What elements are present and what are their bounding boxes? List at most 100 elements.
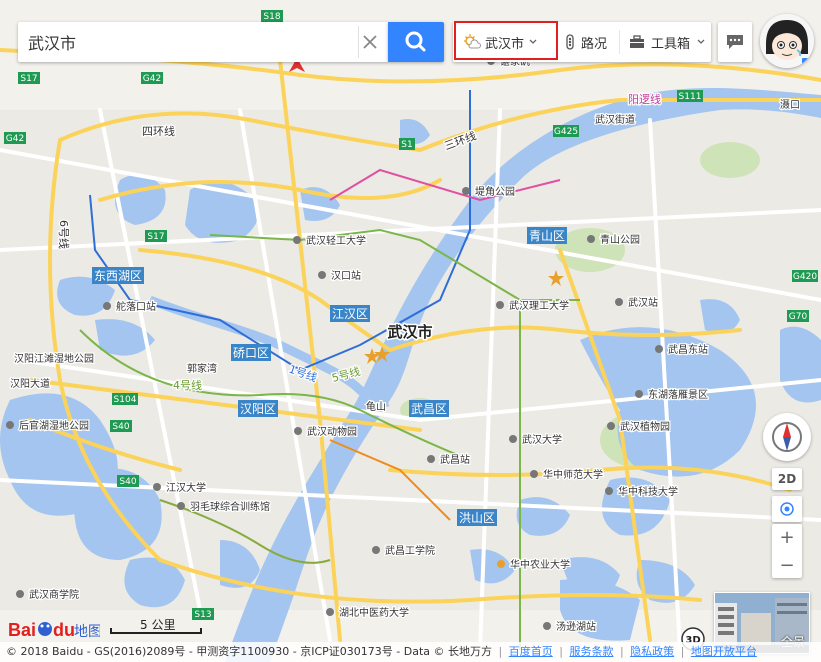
toolbox-icon xyxy=(630,35,644,48)
traffic-light-icon xyxy=(566,34,574,50)
svg-text:后官湖湿地公园: 后官湖湿地公园 xyxy=(19,419,89,432)
map-2d-toggle[interactable]: 2D xyxy=(772,468,802,490)
svg-text:G425: G425 xyxy=(554,127,578,137)
svg-text:湖北中医药大学: 湖北中医药大学 xyxy=(339,606,409,619)
svg-text:S18: S18 xyxy=(263,12,280,22)
poi[interactable]: 龟山 xyxy=(365,400,388,415)
poi[interactable]: 汉阳江滩湿地公园 xyxy=(13,351,96,367)
locate-button[interactable] xyxy=(772,496,802,522)
district-label: 武昌区 xyxy=(409,400,449,417)
svg-text:汉口站: 汉口站 xyxy=(331,269,361,282)
search-button[interactable] xyxy=(388,22,444,62)
baidu-logo-icon: Bai du 地图 xyxy=(8,620,102,640)
svg-text:武汉植物园: 武汉植物园 xyxy=(620,420,670,433)
copyright-text: © 2018 Baidu - GS(2016)2089号 - 甲测资字11009… xyxy=(6,645,493,658)
svg-text:武汉轻工大学: 武汉轻工大学 xyxy=(306,234,366,247)
road-label: 6号线 xyxy=(57,220,71,249)
poi[interactable]: 郭家湾 xyxy=(186,361,219,377)
svg-text:武汉理工大学: 武汉理工大学 xyxy=(509,299,569,312)
poi[interactable]: 滠口 xyxy=(779,98,802,113)
svg-text:G42: G42 xyxy=(6,134,24,144)
zoom-out-button[interactable]: − xyxy=(772,552,802,578)
avatar-icon xyxy=(760,14,814,68)
svg-text:汉阳江滩湿地公园: 汉阳江滩湿地公园 xyxy=(14,352,94,365)
svg-text:G420: G420 xyxy=(793,272,817,282)
svg-text:武汉街道: 武汉街道 xyxy=(595,113,635,126)
svg-text:华中科技大学: 华中科技大学 xyxy=(618,485,678,498)
svg-text:武汉动物园: 武汉动物园 xyxy=(307,425,357,438)
svg-text:S17: S17 xyxy=(147,232,164,242)
district-label: 硚口区 xyxy=(231,344,271,361)
svg-text:地图: 地图 xyxy=(74,624,100,640)
traffic-button[interactable]: 路况 xyxy=(561,22,617,62)
weather-icon xyxy=(464,34,481,49)
road-label: 阳逻线 xyxy=(628,92,661,106)
svg-text:S111: S111 xyxy=(679,92,702,102)
svg-text:S1: S1 xyxy=(401,140,412,150)
traffic-label: 路况 xyxy=(581,36,608,52)
svg-text:洪山区: 洪山区 xyxy=(459,511,495,525)
toolbar-divider xyxy=(557,30,558,54)
svg-text:羽毛球综合训练馆: 羽毛球综合训练馆 xyxy=(190,500,270,513)
copyright-bar: © 2018 Baidu - GS(2016)2089号 - 甲测资字11009… xyxy=(0,642,821,662)
svg-text:汉阳区: 汉阳区 xyxy=(240,402,276,416)
poi[interactable]: 武汉街道 xyxy=(594,112,637,128)
svg-text:汤逊湖站: 汤逊湖站 xyxy=(556,620,596,633)
svg-text:G70: G70 xyxy=(789,312,808,322)
svg-text:舵落口站: 舵落口站 xyxy=(116,300,156,313)
svg-text:武汉商学院: 武汉商学院 xyxy=(29,588,79,601)
zoom-out-label: − xyxy=(779,554,795,576)
message-icon xyxy=(727,35,743,49)
svg-text:龟山: 龟山 xyxy=(366,401,386,413)
district-label: 洪山区 xyxy=(457,509,497,526)
svg-text:郭家湾: 郭家湾 xyxy=(187,362,217,375)
zoom-in-button[interactable]: + xyxy=(772,524,802,550)
link-privacy[interactable]: 隐私政策 xyxy=(630,645,674,658)
scale-bar: 5 公里 xyxy=(110,616,202,636)
svg-text:武汉站: 武汉站 xyxy=(628,296,658,309)
road-label: 四环线 xyxy=(142,124,175,138)
svg-text:武昌工学院: 武昌工学院 xyxy=(385,544,435,557)
road-label: 4号线 xyxy=(173,378,202,392)
city-label: 武汉市 xyxy=(387,323,432,341)
toolbox-button[interactable]: 工具箱 xyxy=(623,22,711,62)
poi[interactable]: 汉阳大道 xyxy=(9,376,52,392)
svg-text:S40: S40 xyxy=(112,422,129,432)
svg-text:S17: S17 xyxy=(20,74,37,84)
map-2d-label: 2D xyxy=(777,472,797,486)
toolbar-divider xyxy=(619,30,620,54)
svg-text:堤角公园: 堤角公园 xyxy=(475,186,515,198)
svg-text:武昌区: 武昌区 xyxy=(411,402,447,416)
svg-text:滠口: 滠口 xyxy=(780,99,800,111)
svg-text:武昌站: 武昌站 xyxy=(440,453,470,466)
svg-text:东西湖区: 东西湖区 xyxy=(94,268,142,283)
svg-text:青山公园: 青山公园 xyxy=(600,233,640,246)
svg-text:江汉大学: 江汉大学 xyxy=(166,481,206,494)
map-canvas[interactable]: 东西湖区 江汉区 硚口区 汉阳区 武昌区 青山区 洪山区 武汉市 四环线 三环线… xyxy=(0,0,821,662)
svg-text:武昌东站: 武昌东站 xyxy=(668,343,708,356)
poi[interactable]: 后官湖湿地公园 xyxy=(6,418,90,433)
user-avatar[interactable] xyxy=(760,14,814,68)
poi[interactable]: 羽毛球综合训练馆 xyxy=(177,499,271,514)
svg-text:du: du xyxy=(53,620,75,640)
svg-text:东湖落雁景区: 东湖落雁景区 xyxy=(648,388,708,401)
link-open-platform[interactable]: 地图开放平台 xyxy=(691,645,757,658)
svg-text:武汉大学: 武汉大学 xyxy=(522,433,562,446)
baidu-logo[interactable]: Bai du 地图 xyxy=(8,618,102,640)
toolbar: 武汉市 路况 工具箱 xyxy=(453,22,711,62)
link-terms[interactable]: 服务条款 xyxy=(569,645,613,658)
poi[interactable]: 湖北中医药大学 xyxy=(326,605,410,620)
zoom-controls: + − xyxy=(772,524,802,578)
search-icon xyxy=(405,31,426,52)
locate-icon xyxy=(780,502,794,516)
toolbox-label: 工具箱 xyxy=(651,36,691,52)
zoom-in-label: + xyxy=(779,526,795,548)
compass-button[interactable] xyxy=(763,413,811,461)
link-baidu-home[interactable]: 百度首页 xyxy=(509,645,553,658)
svg-text:青山区: 青山区 xyxy=(529,229,565,243)
message-button[interactable] xyxy=(718,22,752,62)
city-selector[interactable]: 武汉市 xyxy=(453,22,556,62)
clear-search-button[interactable] xyxy=(358,26,382,58)
search-input[interactable] xyxy=(28,22,348,62)
scale-line xyxy=(110,628,202,634)
